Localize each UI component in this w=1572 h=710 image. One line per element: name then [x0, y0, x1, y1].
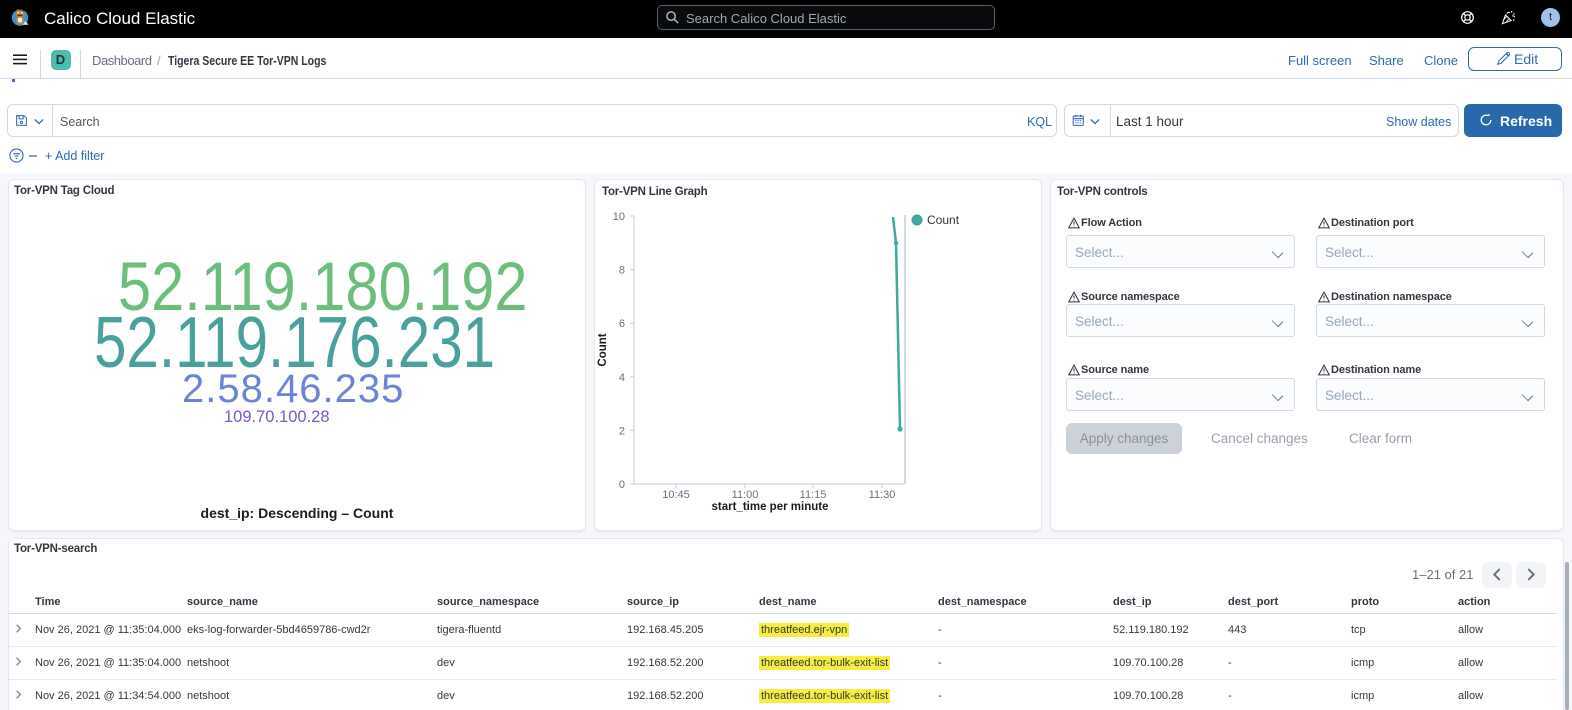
svg-text:11:30: 11:30	[869, 489, 896, 501]
svg-text:0: 0	[619, 479, 625, 491]
svg-text:2: 2	[619, 425, 625, 437]
svg-text:Count: Count	[927, 213, 960, 227]
svg-text:8: 8	[619, 265, 625, 277]
svg-text:4: 4	[619, 372, 625, 384]
svg-text:10: 10	[613, 211, 625, 223]
svg-text:11:15: 11:15	[800, 489, 827, 501]
svg-text:Count: Count	[597, 333, 609, 366]
svg-text:start_time per minute: start_time per minute	[712, 501, 829, 513]
svg-text:11:00: 11:00	[732, 489, 759, 501]
svg-text:6: 6	[619, 318, 625, 330]
svg-text:10:45: 10:45	[662, 489, 690, 501]
